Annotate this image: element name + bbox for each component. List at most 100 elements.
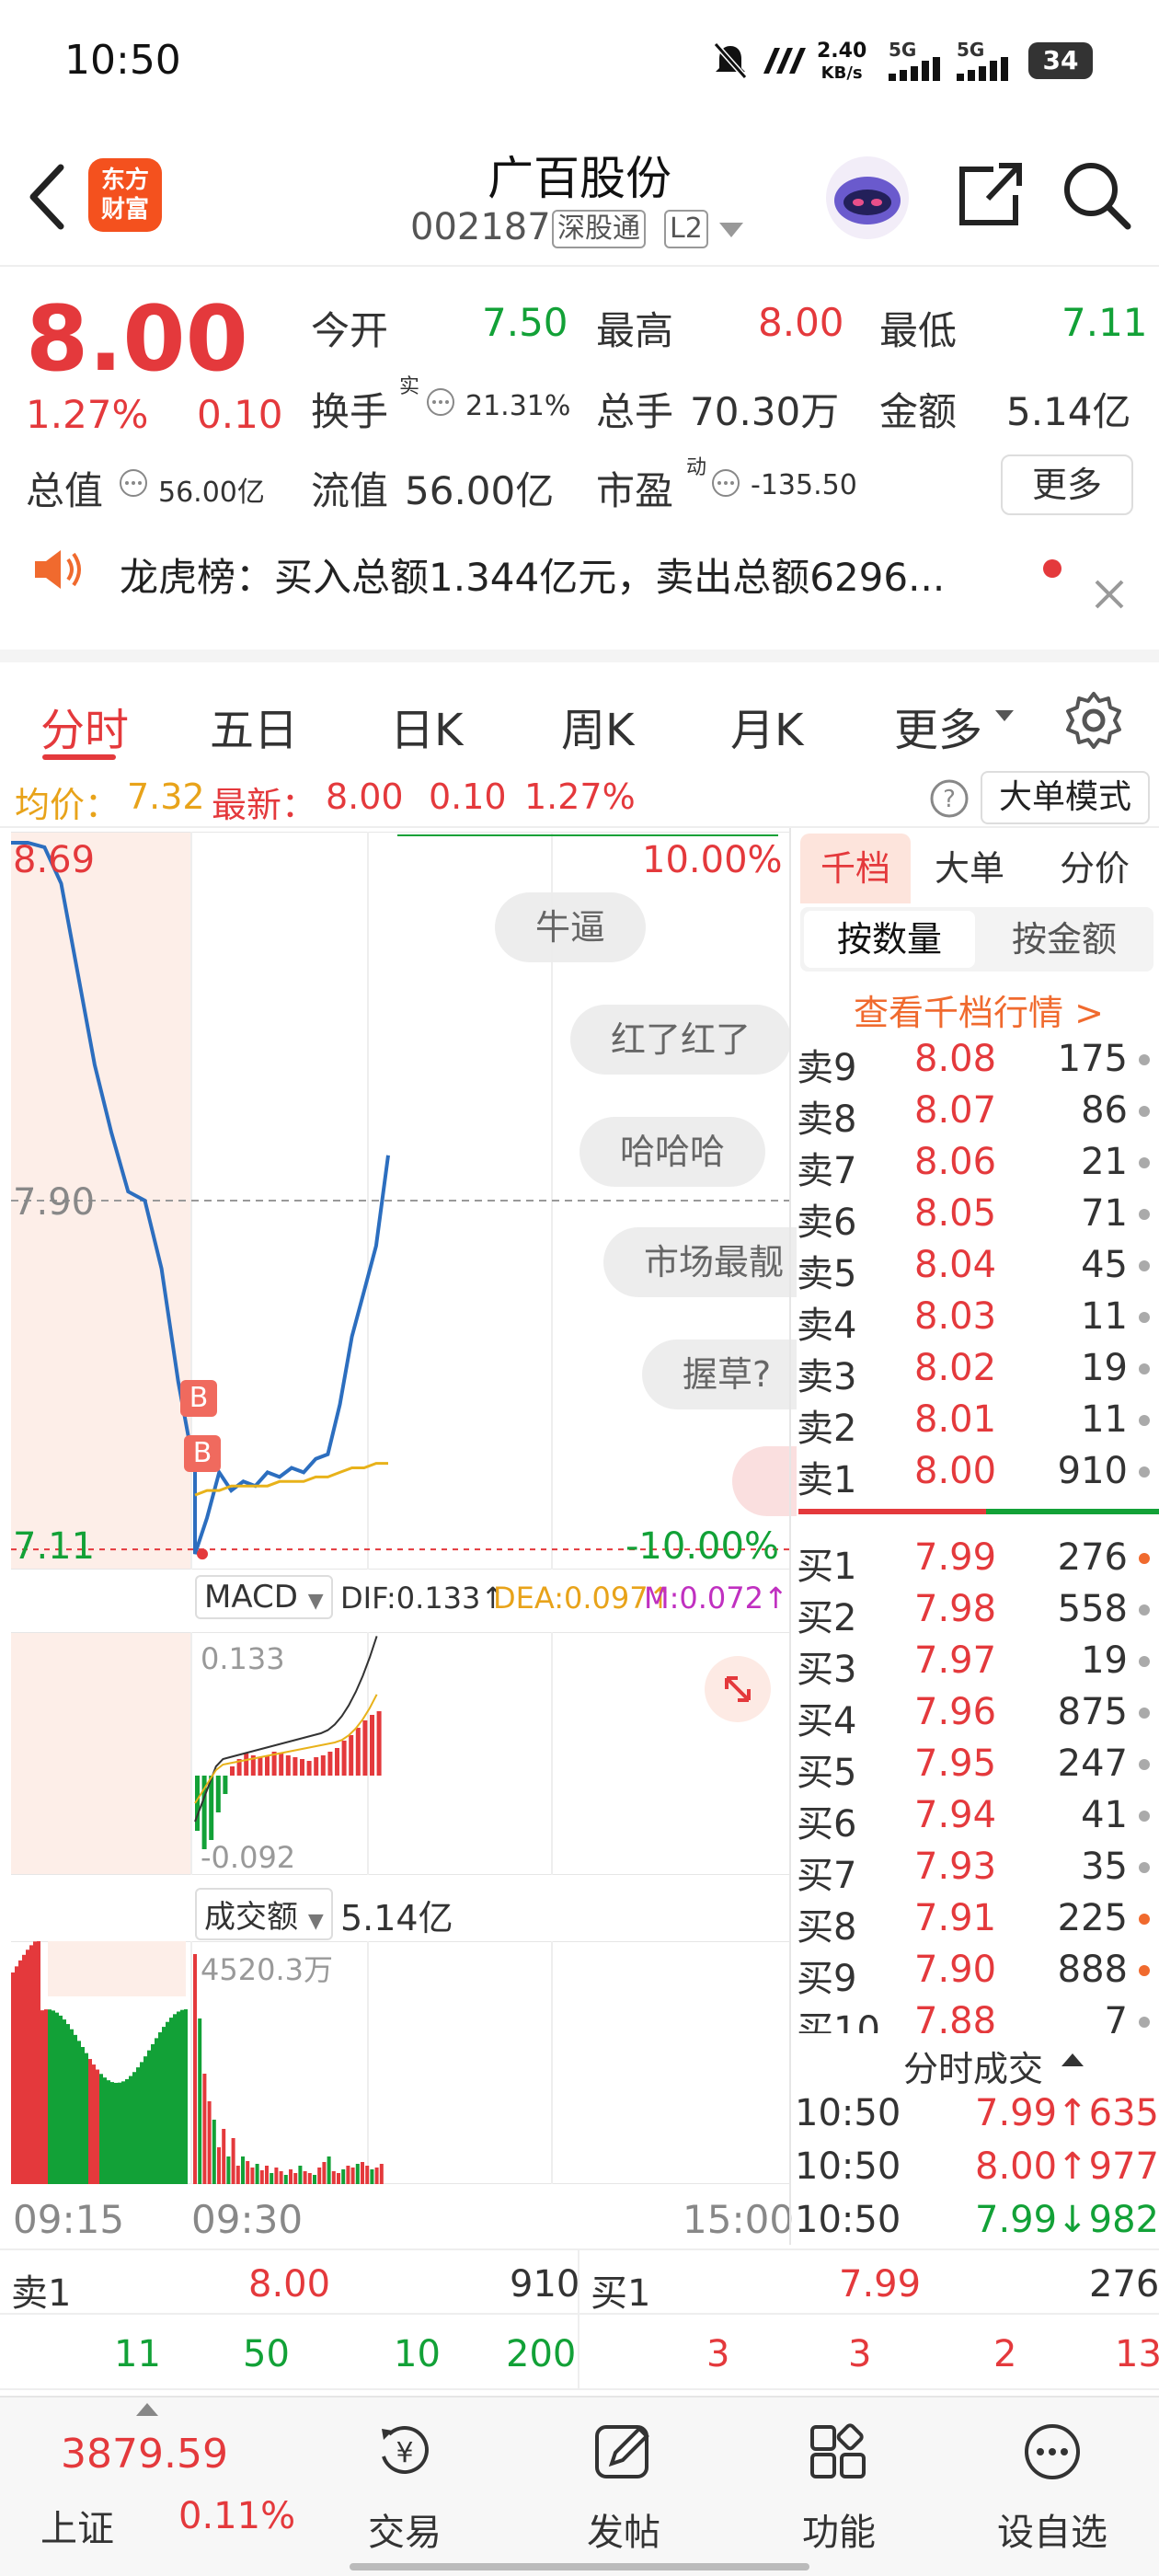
nav-features[interactable]: 功能 <box>747 2420 931 2556</box>
bid-row[interactable]: 买5 7.95 247 <box>797 1737 1159 1794</box>
bid-price: 7.91 <box>914 1897 997 1939</box>
bid-row[interactable]: 买3 7.97 19 <box>797 1634 1159 1691</box>
level1-detail: 11 50 10 200 3 3 2 13 <box>0 2317 1159 2390</box>
pre-volume-bar <box>173 2014 177 2184</box>
pre-volume-bar <box>110 2082 114 2184</box>
volume-bar <box>374 2168 379 2184</box>
pre-volume-bar <box>88 2059 92 2184</box>
bid-row[interactable]: 买4 7.96 875 <box>797 1685 1159 1742</box>
buy-detail: 3 <box>706 2333 730 2375</box>
volume-bar <box>289 2169 293 2184</box>
pre-volume-bar <box>151 2043 155 2184</box>
bid-qty: 7 <box>1104 2000 1128 2033</box>
tick-time: 10:50 <box>795 2199 901 2241</box>
volume-bar <box>355 2164 360 2184</box>
pre-volume-bar <box>96 2069 99 2184</box>
pre-volume-bar <box>162 2027 166 2184</box>
index-pct[interactable]: 0.11% <box>178 2495 295 2537</box>
tick-title[interactable]: 分时成交 <box>903 2041 1043 2091</box>
volume-bar <box>231 2138 235 2184</box>
more-dots-icon <box>1025 2424 1080 2479</box>
pre-volume-bar <box>81 2047 85 2184</box>
tick-qty: 635 <box>1088 2092 1159 2134</box>
tick-panel: 分时成交 10:50 7.99↑ 635 10:50 8.00↑ 977 10:50 7.99… <box>793 2033 1159 2254</box>
tick-qty: 977 <box>1088 2145 1159 2188</box>
bid-dot <box>1139 1862 1150 1873</box>
volume-bar <box>327 2156 331 2184</box>
bid-row[interactable]: 买7 7.93 35 <box>797 1840 1159 1897</box>
nav-add-watchlist[interactable]: 设自选 <box>960 2420 1144 2556</box>
bid-dot <box>1139 1656 1150 1667</box>
pre-volume-bar <box>169 2018 173 2184</box>
volume-bar <box>250 2168 255 2184</box>
nav-post[interactable]: 发帖 <box>532 2420 716 2556</box>
tick-qty: 982 <box>1088 2199 1159 2241</box>
bid-qty: 225 <box>1057 1897 1128 1939</box>
x-label-start: 09:15 <box>13 2197 125 2242</box>
pre-volume-bar <box>40 2010 44 2184</box>
pre-volume-bar <box>118 2082 121 2184</box>
bid-row[interactable]: 买10 7.88 7 <box>797 1995 1159 2033</box>
pre-volume-bar <box>114 2082 118 2184</box>
pre-volume-bar <box>70 2029 74 2184</box>
volume-bar <box>303 2171 307 2184</box>
tick-price: 7.99↓ <box>975 2199 1088 2241</box>
bid-row[interactable]: 买8 7.91 225 <box>797 1892 1159 1949</box>
pre-volume-bar <box>180 2009 184 2184</box>
buy-detail: 2 <box>993 2333 1017 2375</box>
sell1-price: 8.00 <box>248 2263 331 2306</box>
volume-bar <box>322 2162 327 2184</box>
pre-volume-bar <box>107 2080 110 2184</box>
volume-bar <box>241 2156 245 2184</box>
pre-volume-bar <box>99 2074 103 2184</box>
sell-detail: 50 <box>243 2333 290 2375</box>
x-label-open: 09:30 <box>191 2197 304 2242</box>
volume-bar <box>207 2101 212 2184</box>
bid-price: 7.90 <box>914 1949 997 1991</box>
bid-dot <box>1139 1914 1150 1925</box>
volume-bar <box>198 2018 202 2184</box>
pre-volume-bar <box>63 2019 66 2184</box>
bid-price: 7.88 <box>914 2000 997 2033</box>
bid-price: 7.94 <box>914 1794 997 1836</box>
volume-bar <box>370 2169 374 2184</box>
pre-volume-bar <box>125 2078 129 2184</box>
index-value[interactable]: 3879.59 <box>61 2431 228 2478</box>
home-indicator <box>350 2563 809 2570</box>
sell-detail: 11 <box>114 2333 161 2375</box>
bid-price: 7.98 <box>914 1588 997 1630</box>
bid-row[interactable]: 买6 7.94 41 <box>797 1788 1159 1846</box>
volume-bar <box>235 2166 240 2184</box>
pre-volume-bar <box>66 2024 70 2184</box>
volume-bar <box>274 2168 279 2184</box>
nav-trade[interactable]: ¥ 交易 <box>313 2420 497 2556</box>
bid-dot <box>1139 1759 1150 1770</box>
pre-volume-bar <box>77 2041 81 2184</box>
bid-dot <box>1139 2017 1150 2028</box>
index-name[interactable]: 上证 <box>40 2499 114 2552</box>
volume-bar <box>255 2164 259 2184</box>
volume-bar <box>307 2173 312 2184</box>
volume-bar <box>361 2162 364 2184</box>
volume-bar <box>270 2173 274 2184</box>
volume-bar <box>226 2156 231 2184</box>
chevron-up-icon <box>1061 2053 1084 2066</box>
sell1-qty: 910 <box>510 2263 580 2306</box>
bid-row[interactable]: 买1 7.99 276 <box>797 1531 1159 1588</box>
pre-volume-bar <box>158 2032 162 2184</box>
bid-dot <box>1139 1604 1150 1616</box>
x-label-close: 15:00 <box>683 2197 795 2242</box>
volume-bar <box>259 2170 264 2184</box>
bid-row[interactable]: 买2 7.98 558 <box>797 1582 1159 1639</box>
volume-bar <box>341 2169 346 2184</box>
pre-volume-bar <box>74 2034 77 2184</box>
volume-bar <box>202 2074 207 2184</box>
volume-bar <box>346 2166 350 2184</box>
bid-row[interactable]: 买9 7.90 888 <box>797 1943 1159 2000</box>
pre-volume-bar <box>136 2067 140 2184</box>
pre-volume-bar <box>55 2012 59 2184</box>
volume-bar <box>379 2164 384 2184</box>
tick-row: 10:50 8.00↑ 977 <box>795 2142 1159 2193</box>
volume-bar <box>331 2171 336 2184</box>
level1-book: 卖1 8.00 910 买1 7.99 276 <box>0 2248 1159 2388</box>
